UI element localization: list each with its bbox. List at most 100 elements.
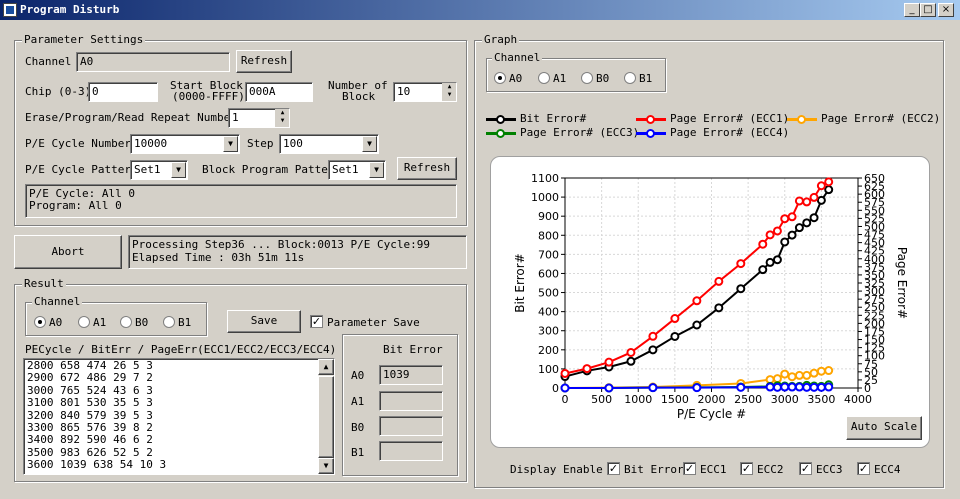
- result-list[interactable]: 2800 658 474 26 5 3 2900 672 486 29 7 2 30…: [23, 358, 335, 475]
- maximize-button[interactable]: □: [920, 3, 936, 17]
- enable-checkbox-ecc1[interactable]: ✓: [683, 462, 696, 475]
- number-of-block-label-2: Block: [342, 90, 376, 103]
- step-select[interactable]: 100 ▼: [279, 134, 379, 154]
- list-item[interactable]: 2900 672 486 29 7 2: [27, 371, 317, 384]
- data-point: [648, 383, 658, 393]
- data-point: [758, 265, 768, 275]
- bit-error-b0: [379, 416, 443, 436]
- data-point: [816, 366, 826, 376]
- data-point: [772, 255, 782, 265]
- save-button[interactable]: Save: [227, 310, 301, 333]
- list-scrollbar[interactable]: ▲ ▼: [318, 359, 334, 474]
- x-tick-label: 2500: [734, 393, 762, 406]
- status-line2: Elapsed Time : 03h 51m 11s: [132, 251, 305, 264]
- enable-checkbox-ecc3[interactable]: ✓: [799, 462, 812, 475]
- repeat-spinner[interactable]: ▲ ▼: [275, 109, 289, 127]
- enable-label: ECC3: [816, 463, 843, 476]
- data-point: [736, 284, 746, 294]
- enable-checkbox-bit-error[interactable]: ✓: [607, 462, 620, 475]
- data-point: [765, 230, 775, 240]
- refresh-pattern-button[interactable]: Refresh: [397, 157, 457, 180]
- number-of-block-spinner[interactable]: ▲ ▼: [442, 83, 456, 101]
- list-item[interactable]: 3100 801 530 35 5 3: [27, 396, 317, 409]
- data-point: [809, 192, 819, 202]
- pattern-value: Set1: [134, 163, 161, 176]
- graph-radio-b0[interactable]: B0: [581, 71, 609, 85]
- pe-summary-box: P/E Cycle: All 0 Program: All 0: [25, 184, 457, 218]
- chart-svg: 0 500 1000 1500 2000 2500 3000 3500 400001002003…: [513, 172, 909, 421]
- data-point: [802, 197, 812, 207]
- y-tick-label: 900: [538, 210, 559, 223]
- data-point: [816, 195, 826, 205]
- graph-radio-a0[interactable]: A0: [494, 71, 522, 85]
- block-pattern-value: Set1: [332, 163, 359, 176]
- chevron-down-icon[interactable]: ▼: [171, 162, 186, 178]
- data-point: [780, 382, 790, 392]
- start-block-input[interactable]: 000A: [245, 82, 313, 102]
- pattern-select[interactable]: Set1 ▼: [130, 160, 188, 180]
- scroll-up-button[interactable]: ▲: [318, 359, 334, 375]
- list-item[interactable]: 3600 1039 638 54 10 3: [27, 458, 317, 471]
- chevron-down-icon[interactable]: ▼: [369, 162, 384, 178]
- data-point: [780, 369, 790, 379]
- data-point: [816, 181, 826, 191]
- chevron-down-icon[interactable]: ▼: [223, 136, 238, 152]
- result-radio-a0[interactable]: A0: [34, 315, 62, 329]
- number-of-block-input[interactable]: 10 ▲ ▼: [393, 82, 457, 102]
- data-point: [714, 276, 724, 286]
- enable-label: ECC4: [874, 463, 901, 476]
- data-point: [816, 382, 826, 392]
- data-point: [626, 356, 636, 366]
- data-point: [809, 368, 819, 378]
- chevron-down-icon[interactable]: ▼: [362, 136, 377, 152]
- block-pattern-select[interactable]: Set1 ▼: [328, 160, 386, 180]
- data-point: [787, 230, 797, 240]
- data-point: [780, 237, 790, 247]
- status-line1: Processing Step36 ... Block:0013 P/E Cyc…: [132, 238, 431, 251]
- data-point: [582, 364, 592, 374]
- result-radio-b0[interactable]: B0: [120, 315, 148, 329]
- data-point: [772, 382, 782, 392]
- scroll-thumb[interactable]: [318, 376, 334, 458]
- graph-radio-b1[interactable]: B1: [624, 71, 652, 85]
- close-button[interactable]: ×: [938, 3, 954, 17]
- legend-marker: [496, 115, 505, 124]
- minimize-button[interactable]: _: [904, 3, 920, 17]
- enable-checkbox-ecc2[interactable]: ✓: [740, 462, 753, 475]
- result-radio-a1[interactable]: A1: [78, 315, 106, 329]
- y2-tick-label: 650: [864, 172, 885, 185]
- x-tick-label: 3500: [807, 393, 835, 406]
- auto-scale-button[interactable]: Auto Scale: [846, 416, 922, 440]
- parameter-settings-title: Parameter Settings: [22, 33, 146, 46]
- graph-radio-a1[interactable]: A1: [538, 71, 566, 85]
- data-point: [648, 331, 658, 341]
- y-tick-label: 800: [538, 229, 559, 242]
- scroll-down-button[interactable]: ▼: [318, 458, 334, 474]
- pe-cycle-select[interactable]: 10000 ▼: [130, 134, 240, 154]
- y-tick-label: 400: [538, 306, 559, 319]
- refresh-button[interactable]: Refresh: [236, 50, 292, 73]
- parameter-save-checkbox[interactable]: ✓: [310, 315, 323, 328]
- chip-input[interactable]: 0: [88, 82, 158, 102]
- bit-error-b1: [379, 441, 443, 461]
- abort-button[interactable]: Abort: [14, 235, 122, 269]
- result-radio-b1[interactable]: B1: [163, 315, 191, 329]
- data-point: [560, 368, 570, 378]
- graph-channel-title: Channel: [492, 51, 543, 64]
- x-tick-label: 3000: [771, 393, 799, 406]
- legend-label: Page Error# (ECC4): [670, 126, 790, 139]
- enable-checkbox-ecc4[interactable]: ✓: [857, 462, 870, 475]
- x-axis-title: P/E Cycle #: [677, 407, 746, 421]
- data-point: [802, 370, 812, 380]
- data-point: [787, 212, 797, 222]
- y-axis-title: Bit Error#: [513, 253, 527, 312]
- y-tick-label: 1100: [531, 172, 559, 185]
- result-rows: 2800 658 474 26 5 3 2900 672 486 29 7 2 30…: [27, 359, 317, 472]
- repeat-input[interactable]: 1 ▲ ▼: [228, 108, 290, 128]
- list-item[interactable]: 3400 892 590 46 6 2: [27, 434, 317, 447]
- data-point: [692, 320, 702, 330]
- legend-label: Page Error# (ECC2): [821, 112, 941, 125]
- legend-marker: [496, 129, 505, 138]
- data-point: [787, 382, 797, 392]
- channel-field: A0: [76, 52, 230, 72]
